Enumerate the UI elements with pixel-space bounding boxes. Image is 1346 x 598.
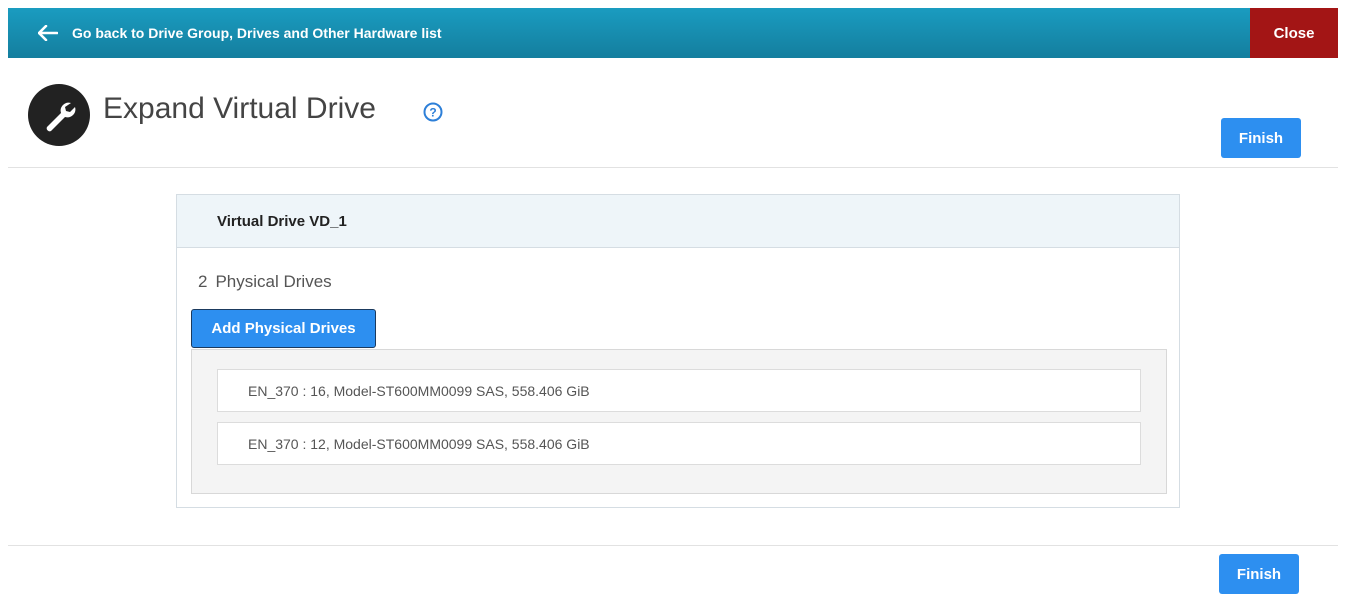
svg-text:?: ? bbox=[429, 106, 436, 120]
virtual-drive-title: Virtual Drive VD_1 bbox=[177, 195, 1179, 248]
wrench-icon bbox=[28, 84, 90, 146]
list-item[interactable]: EN_370 : 16, Model-ST600MM0099 SAS, 558.… bbox=[217, 369, 1141, 412]
physical-drive-list: EN_370 : 16, Model-ST600MM0099 SAS, 558.… bbox=[191, 349, 1167, 494]
top-bar: Go back to Drive Group, Drives and Other… bbox=[8, 8, 1338, 58]
page-header: Expand Virtual Drive ? Finish bbox=[8, 58, 1338, 168]
list-item[interactable]: EN_370 : 12, Model-ST600MM0099 SAS, 558.… bbox=[217, 422, 1141, 465]
drive-count-label: Physical Drives bbox=[215, 272, 332, 291]
drive-count-value: 2 bbox=[198, 272, 208, 291]
arrow-left-icon bbox=[38, 25, 58, 41]
footer-divider bbox=[8, 545, 1338, 546]
close-button[interactable]: Close bbox=[1250, 8, 1338, 58]
back-to-list-link[interactable]: Go back to Drive Group, Drives and Other… bbox=[8, 8, 442, 58]
add-physical-drives-button[interactable]: Add Physical Drives bbox=[191, 309, 376, 348]
virtual-drive-card: Virtual Drive VD_1 2 Physical Drives Add … bbox=[176, 194, 1180, 508]
question-circle-icon[interactable]: ? bbox=[423, 102, 443, 122]
page-title: Expand Virtual Drive bbox=[103, 92, 376, 125]
back-link-label: Go back to Drive Group, Drives and Other… bbox=[72, 25, 442, 41]
physical-drive-count: 2 Physical Drives bbox=[198, 272, 340, 292]
finish-button-bottom[interactable]: Finish bbox=[1219, 554, 1299, 594]
finish-button-top[interactable]: Finish bbox=[1221, 118, 1301, 158]
